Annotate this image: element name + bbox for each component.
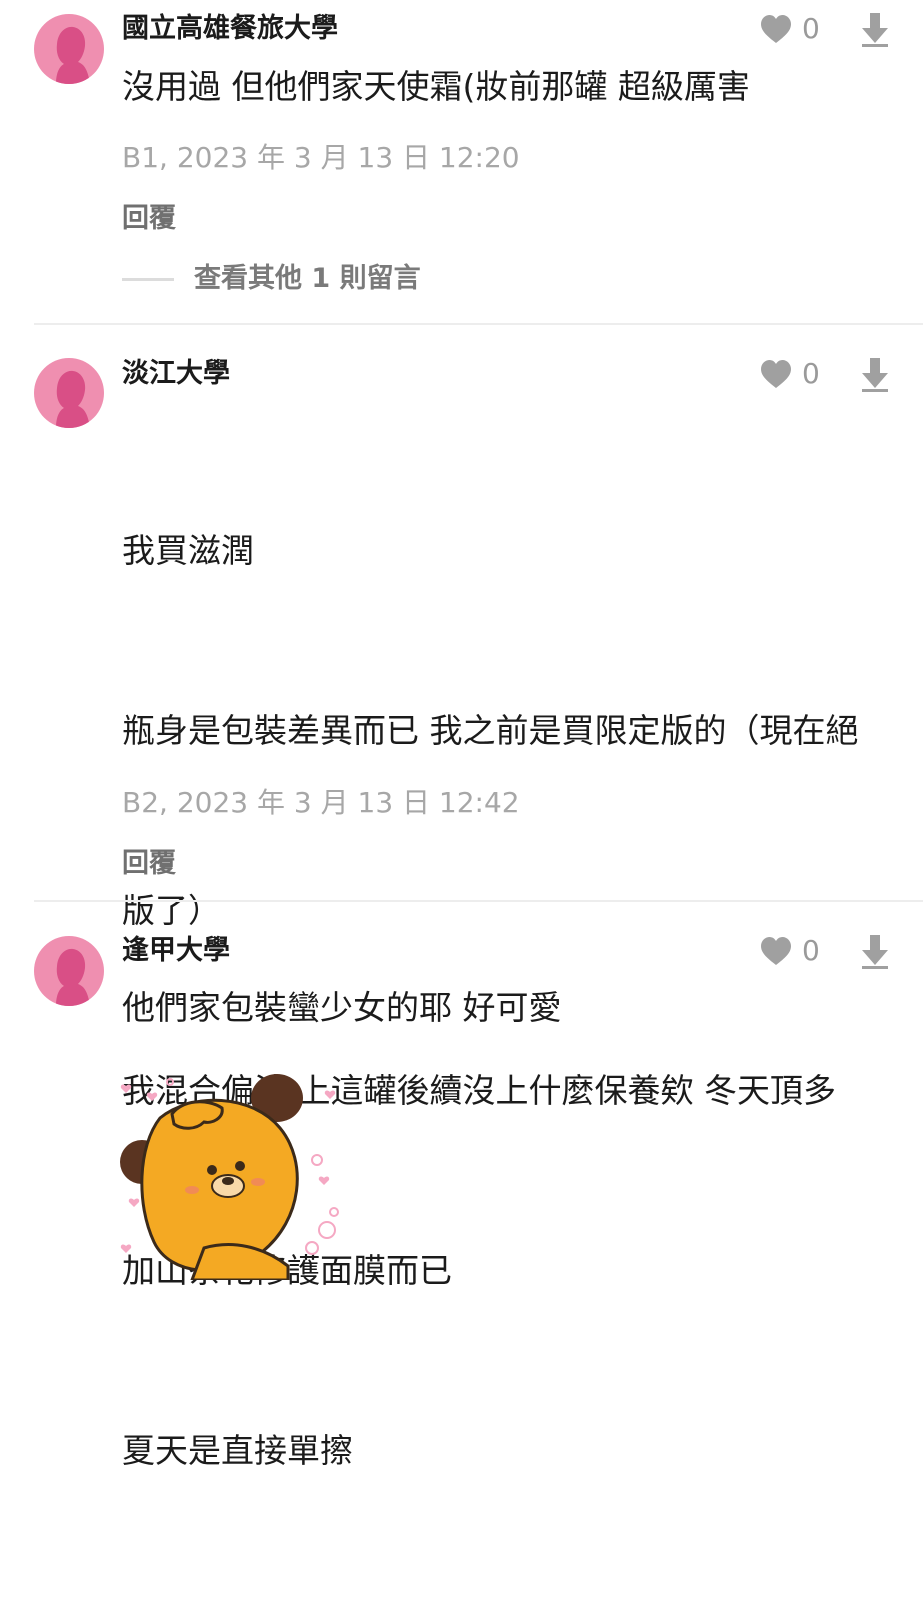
- like-count: 0: [802, 934, 820, 967]
- comment-line: 版了）: [122, 891, 221, 930]
- female-avatar-icon: [56, 370, 90, 428]
- comment-line: 夏天是直接單擦: [122, 1431, 353, 1470]
- like-button[interactable]: 0: [760, 12, 820, 46]
- down-arrow-icon[interactable]: [860, 13, 890, 47]
- like-count: 0: [802, 12, 820, 45]
- like-count: 0: [802, 357, 820, 390]
- author-name[interactable]: 國立高雄餐旅大學: [122, 12, 338, 46]
- reply-button[interactable]: 回覆: [122, 202, 176, 236]
- heart-icon: [761, 15, 791, 43]
- comment-text: 沒用過 但他們家天使霜(妝前那罐 超級厲害: [122, 67, 750, 106]
- comment-line: 瓶身是包裝差異而已 我之前是買限定版的（現在絕: [122, 711, 859, 750]
- comment-meta: B2, 2023 年 3 月 13 日 12:42: [122, 786, 520, 819]
- like-button[interactable]: 0: [760, 934, 820, 968]
- author-name[interactable]: 淡江大學: [122, 357, 230, 391]
- avatar[interactable]: [34, 358, 104, 428]
- avatar[interactable]: [34, 14, 104, 84]
- heart-icon: [761, 360, 791, 388]
- more-replies-label: 查看其他 1 則留言: [194, 263, 421, 294]
- author-name[interactable]: 逢甲大學: [122, 934, 230, 968]
- view-more-replies[interactable]: 查看其他 1 則留言: [122, 262, 421, 296]
- reply-button[interactable]: 回覆: [122, 847, 176, 881]
- bear-sticker: [112, 1070, 352, 1284]
- divider: [34, 323, 923, 325]
- avatar[interactable]: [34, 936, 104, 1006]
- female-avatar-icon: [56, 948, 90, 1006]
- heart-icon: [761, 937, 791, 965]
- divider: [34, 900, 923, 902]
- comment-text: 他們家包裝蠻少女的耶 好可愛: [122, 988, 562, 1027]
- female-avatar-icon: [56, 26, 90, 84]
- comment-meta: B1, 2023 年 3 月 13 日 12:20: [122, 141, 520, 174]
- down-arrow-icon[interactable]: [860, 935, 890, 969]
- divider-line: [122, 277, 174, 281]
- like-button[interactable]: 0: [760, 357, 820, 391]
- down-arrow-icon[interactable]: [860, 358, 890, 392]
- comment-line: 我買滋潤: [122, 531, 254, 570]
